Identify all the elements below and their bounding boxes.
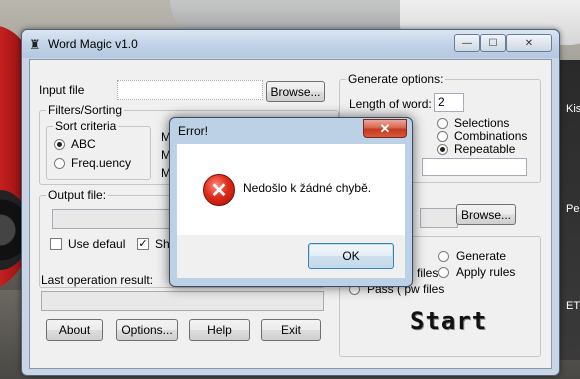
start-button[interactable]: Start xyxy=(410,307,487,335)
mode-selections-label: Selections xyxy=(454,116,510,130)
filters-sorting-legend: Filters/Sorting xyxy=(46,103,125,117)
use-default-checkbox[interactable] xyxy=(50,238,62,250)
desktop-side-label: Kis xyxy=(566,103,580,115)
last-result-label: Last operation result: xyxy=(41,273,154,287)
error-close-button[interactable]: ✕ xyxy=(363,119,407,138)
maximize-button[interactable]: ☐ xyxy=(480,34,506,52)
mode-extra-field[interactable] xyxy=(422,158,527,176)
error-dialog-title: Error! xyxy=(178,124,208,138)
generate-options-legend: Generate options: xyxy=(346,72,446,86)
apply-rules-label: Apply rules xyxy=(456,265,516,279)
close-icon: ✕ xyxy=(524,37,534,49)
sort-criteria-group: Sort criteria ABC Freq.uency xyxy=(46,119,151,180)
about-button[interactable]: About xyxy=(46,319,103,341)
desktop-side-label: ETN xyxy=(566,300,580,312)
minimize-icon: — xyxy=(462,37,472,49)
length-of-word-input[interactable]: 2 xyxy=(434,93,464,112)
error-icon: ✕ xyxy=(203,174,235,206)
sort-abc-radio[interactable] xyxy=(54,139,65,150)
output-file-field-tail[interactable] xyxy=(420,208,458,228)
sort-criteria-legend: Sort criteria xyxy=(53,119,119,133)
mode-combinations-label: Combinations xyxy=(454,129,528,143)
input-file-label: Input file xyxy=(39,83,85,97)
error-dialog-footer: OK xyxy=(177,235,405,278)
length-of-word-label: Length of word: xyxy=(349,97,432,111)
error-dialog-body: ✕ Nedošlo k žádné chybě. xyxy=(177,144,405,235)
app-icon: ♜ xyxy=(29,37,41,52)
maximize-icon: ☐ xyxy=(488,37,498,49)
ok-button[interactable]: OK xyxy=(308,243,394,269)
output-browse-button[interactable]: Browse... xyxy=(456,204,516,225)
error-dialog: Error! ✕ ✕ Nedošlo k žádné chybě. OK xyxy=(169,117,413,287)
exit-button[interactable]: Exit xyxy=(261,319,321,341)
help-button[interactable]: Help xyxy=(189,319,250,341)
title-bar[interactable]: ♜ Word Magic v1.0 — ☐ ✕ xyxy=(22,30,559,58)
options-button[interactable]: Options... xyxy=(116,319,178,341)
sort-frequency-label: Freq.uency xyxy=(71,156,132,170)
close-button[interactable]: ✕ xyxy=(506,34,552,52)
generate-label: Generate xyxy=(456,249,507,263)
input-browse-button[interactable]: Browse... xyxy=(266,81,325,102)
use-default-label: Use defaul xyxy=(68,237,126,251)
apply-rules-radio[interactable] xyxy=(438,267,449,278)
files-label: files xyxy=(417,266,439,280)
mode-repeatable-label: Repeatable xyxy=(454,142,516,156)
mode-repeatable-radio[interactable] xyxy=(437,144,448,155)
sort-frequency-radio[interactable] xyxy=(54,158,65,169)
minimize-button[interactable]: — xyxy=(454,34,480,52)
sort-abc-label: ABC xyxy=(71,137,96,151)
last-result-field xyxy=(41,291,324,311)
mode-selections-radio[interactable] xyxy=(437,118,448,129)
error-message: Nedošlo k žádné chybě. xyxy=(243,181,372,195)
mode-combinations-radio[interactable] xyxy=(437,131,448,142)
close-icon: ✕ xyxy=(379,120,391,136)
window-title: Word Magic v1.0 xyxy=(48,37,138,51)
generate-radio[interactable] xyxy=(438,251,449,262)
show-checkbox[interactable]: ✓ xyxy=(137,238,149,250)
desktop-side-label: Pe xyxy=(566,203,580,215)
input-file-field[interactable] xyxy=(117,80,263,100)
output-file-legend: Output file: xyxy=(46,188,109,202)
